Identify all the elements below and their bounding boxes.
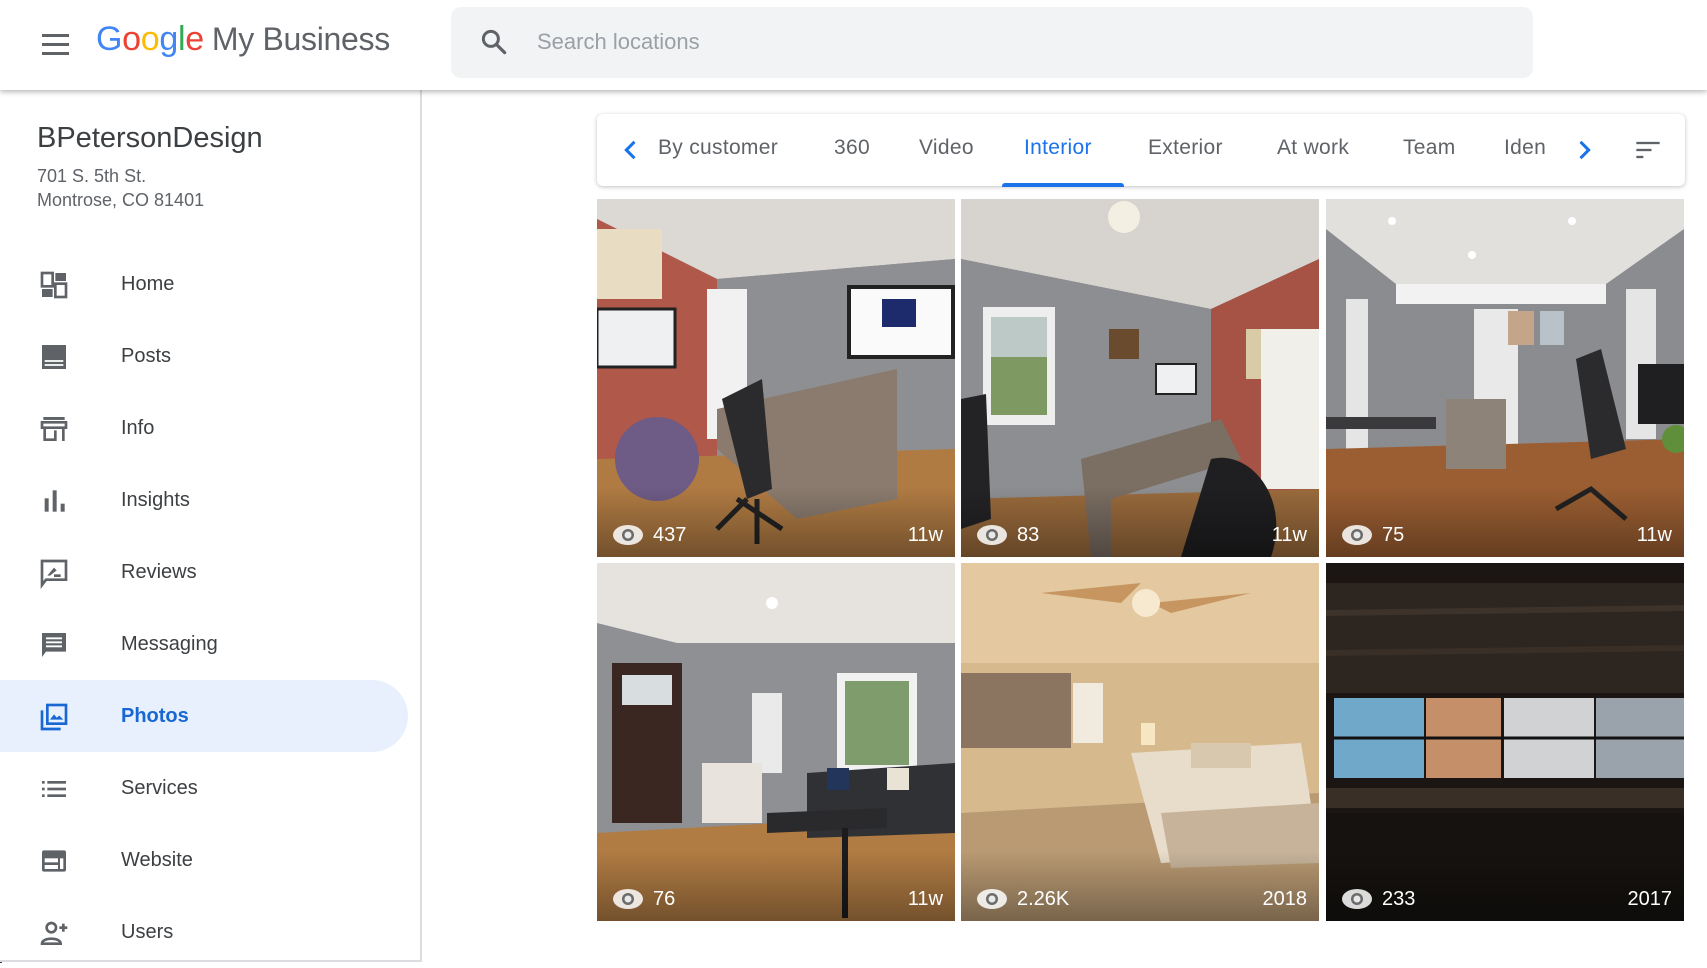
sidebar-item-posts[interactable]: Posts xyxy=(0,320,420,392)
hamburger-menu-icon-bar xyxy=(42,43,69,46)
active-tab-indicator xyxy=(1002,183,1124,187)
logo-letter: e xyxy=(185,20,204,58)
search-locations-input[interactable] xyxy=(537,21,1437,63)
hamburger-menu-icon-bar xyxy=(42,52,69,55)
sidebar-item-label: Services xyxy=(121,776,198,799)
view-count-value: 437 xyxy=(653,523,687,546)
logo-product-name: My Business xyxy=(211,21,390,57)
address-line-1: 701 S. 5th St. xyxy=(37,166,147,186)
tab-at-work[interactable]: At work xyxy=(1277,136,1349,160)
tab-by-customer[interactable]: By customer xyxy=(658,136,778,160)
business-address: 701 S. 5th St. Montrose, CO 81401 xyxy=(37,164,204,212)
sidebar-item-users[interactable]: Users xyxy=(0,896,420,968)
photo-category-tabs: By customer 360 Video Interior Exterior … xyxy=(597,114,1685,187)
tab-identity[interactable]: Iden xyxy=(1504,136,1546,160)
sidebar-item-home[interactable]: Home xyxy=(0,248,420,320)
sidebar-item-label: Home xyxy=(121,272,175,295)
sidebar-nav: Home Posts Info Insights Reviews Messagi… xyxy=(0,248,420,968)
rate-review-icon xyxy=(40,559,68,589)
hamburger-menu-icon xyxy=(42,34,69,37)
tab-360[interactable]: 360 xyxy=(834,136,870,160)
sidebar-item-reviews[interactable]: Reviews xyxy=(0,536,420,608)
photo-age: 2017 xyxy=(1627,888,1673,910)
sidebar-item-info[interactable]: Info xyxy=(0,392,420,464)
photo-view-count: 233 xyxy=(1340,887,1415,911)
main-menu-button[interactable] xyxy=(38,28,72,62)
sidebar-item-label: Users xyxy=(121,920,174,943)
logo-letter: o xyxy=(140,20,160,58)
photo-library-icon xyxy=(40,703,68,731)
sidebar-item-label: Insights xyxy=(121,488,190,511)
bar-chart-icon xyxy=(44,490,65,512)
sidebar-item-label: Reviews xyxy=(121,560,197,583)
photo-age: 11w xyxy=(907,524,943,546)
photo-view-count: 83 xyxy=(975,523,1039,547)
eye-icon xyxy=(977,889,1007,909)
tab-video[interactable]: Video xyxy=(919,136,974,160)
photo-tile[interactable]: 437 11w xyxy=(597,199,955,557)
sidebar-item-label: Posts xyxy=(121,344,172,367)
website-icon xyxy=(42,850,66,872)
message-icon xyxy=(42,633,66,657)
person-add-icon xyxy=(40,921,68,945)
photo-view-count: 437 xyxy=(611,523,686,547)
posts-icon xyxy=(42,345,66,369)
eye-icon xyxy=(613,525,643,545)
sort-icon[interactable] xyxy=(1633,136,1663,164)
photo-age: 11w xyxy=(907,888,943,910)
photo-tile[interactable]: 76 11w xyxy=(597,563,955,921)
chevron-left-icon[interactable] xyxy=(617,136,645,164)
search-icon[interactable] xyxy=(479,27,509,57)
photo-age: 11w xyxy=(1271,524,1307,546)
photo-age: 11w xyxy=(1636,524,1672,546)
search-bar[interactable] xyxy=(451,7,1533,78)
photo-tile[interactable]: 83 11w xyxy=(961,199,1319,557)
photo-tile[interactable]: 75 11w xyxy=(1326,199,1684,557)
google-my-business-logo[interactable]: Google My Business xyxy=(96,20,390,59)
eye-icon xyxy=(1342,525,1372,545)
sidebar-item-label: Photos xyxy=(121,704,189,727)
storefront-icon xyxy=(40,417,68,441)
photo-tile[interactable]: 233 2017 xyxy=(1326,563,1684,921)
dashboard-icon xyxy=(40,271,68,299)
photo-view-count: 75 xyxy=(1340,523,1404,547)
sidebar-item-website[interactable]: Website xyxy=(0,824,420,896)
sidebar-item-insights[interactable]: Insights xyxy=(0,464,420,536)
address-line-2: Montrose, CO 81401 xyxy=(37,190,205,210)
sidebar-item-label: Info xyxy=(121,416,155,439)
photo-tile[interactable]: 2.26K 2018 xyxy=(961,563,1319,921)
business-name: BPetersonDesign xyxy=(37,122,263,154)
view-count-value: 83 xyxy=(1017,523,1040,546)
logo-letter: G xyxy=(96,20,123,58)
tab-exterior[interactable]: Exterior xyxy=(1148,136,1223,160)
eye-icon xyxy=(613,889,643,909)
list-icon xyxy=(42,781,66,797)
sidebar-item-label: Messaging xyxy=(121,632,218,655)
photo-view-count: 76 xyxy=(611,887,675,911)
photo-age: 2018 xyxy=(1262,888,1308,910)
eye-icon xyxy=(1342,889,1372,909)
chevron-right-icon[interactable] xyxy=(1570,136,1598,164)
logo-letter: o xyxy=(122,20,141,58)
logo-letter: g xyxy=(159,20,178,58)
view-count-value: 76 xyxy=(653,887,676,910)
sidebar: BPetersonDesign 701 S. 5th St. Montrose,… xyxy=(0,90,422,962)
tab-team[interactable]: Team xyxy=(1403,136,1456,160)
sidebar-item-label: Website xyxy=(121,848,193,871)
sidebar-item-services[interactable]: Services xyxy=(0,752,420,824)
eye-icon xyxy=(977,525,1007,545)
view-count-value: 75 xyxy=(1382,523,1405,546)
sidebar-item-messaging[interactable]: Messaging xyxy=(0,608,420,680)
view-count-value: 2.26K xyxy=(1017,887,1070,910)
photo-view-count: 2.26K xyxy=(975,887,1069,911)
view-count-value: 233 xyxy=(1382,887,1416,910)
tab-interior[interactable]: Interior xyxy=(1024,136,1092,160)
top-app-bar: Google My Business xyxy=(0,0,1707,90)
sidebar-item-photos[interactable]: Photos xyxy=(0,680,408,752)
